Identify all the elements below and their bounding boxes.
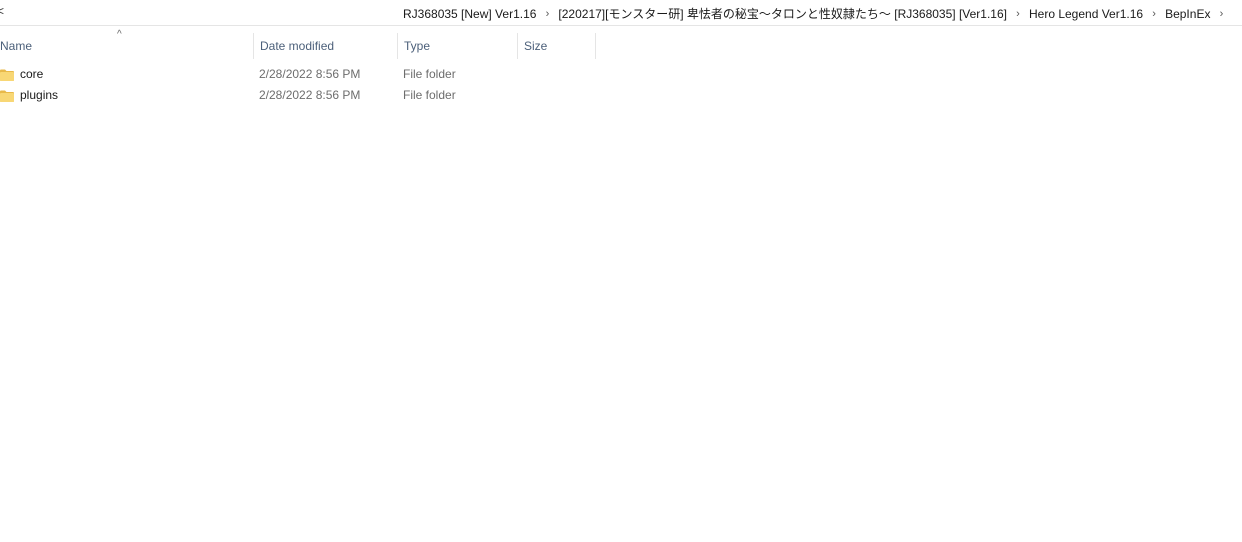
type-value: File folder — [403, 67, 456, 81]
file-name: core — [20, 67, 44, 81]
date-modified-value: 2/28/2022 8:56 PM — [259, 88, 361, 102]
column-header-type[interactable]: Type — [397, 33, 516, 59]
back-chevron-icon[interactable]: < — [0, 4, 4, 18]
breadcrumb-chevron-icon[interactable]: › — [1007, 8, 1029, 20]
name-cell: core — [0, 64, 43, 85]
breadcrumb-item-rj368035[interactable]: RJ368035 [New] Ver1.16 — [403, 7, 536, 21]
column-header-size[interactable]: Size — [517, 33, 596, 59]
column-header-date-modified[interactable]: Date modified — [253, 33, 396, 59]
column-header-size-label: Size — [524, 39, 548, 53]
breadcrumb-item-bepinex[interactable]: BepInEx — [1165, 7, 1210, 21]
breadcrumb-chevron-icon[interactable]: › — [536, 8, 558, 20]
column-header-type-label: Type — [404, 39, 431, 53]
type-value: File folder — [403, 88, 456, 102]
folder-icon — [0, 69, 14, 81]
breadcrumb-chevron-icon[interactable]: › — [1143, 8, 1165, 20]
breadcrumb-chevron-icon[interactable]: › — [1210, 8, 1232, 20]
column-header-row: Name Date modified Type Size — [0, 33, 600, 59]
breadcrumb-item-hero-legend[interactable]: Hero Legend Ver1.16 — [1029, 7, 1143, 21]
column-header-name-label: Name — [0, 39, 33, 53]
name-cell: plugins — [0, 85, 58, 106]
folder-icon — [0, 90, 14, 102]
date-modified-value: 2/28/2022 8:56 PM — [259, 67, 361, 81]
breadcrumb-item-game-folder[interactable]: [220217][モンスター研] 卑怯者の秘宝～タロンと性奴隷たち～ [RJ36… — [558, 5, 1007, 22]
address-bar[interactable]: < RJ368035 [New] Ver1.16 › [220217][モンスタ… — [0, 0, 1242, 26]
file-explorer-window: < RJ368035 [New] Ver1.16 › [220217][モンスタ… — [0, 0, 1242, 542]
file-row-core[interactable]: core 2/28/2022 8:56 PM File folder — [0, 64, 600, 85]
file-name: plugins — [20, 88, 59, 102]
breadcrumb: RJ368035 [New] Ver1.16 › [220217][モンスター研… — [403, 5, 1232, 22]
column-header-date-label: Date modified — [260, 39, 335, 53]
file-row-plugins[interactable]: plugins 2/28/2022 8:56 PM File folder — [0, 85, 600, 106]
column-header-name[interactable]: Name — [0, 33, 252, 59]
file-list: core 2/28/2022 8:56 PM File folder plugi… — [0, 64, 600, 106]
